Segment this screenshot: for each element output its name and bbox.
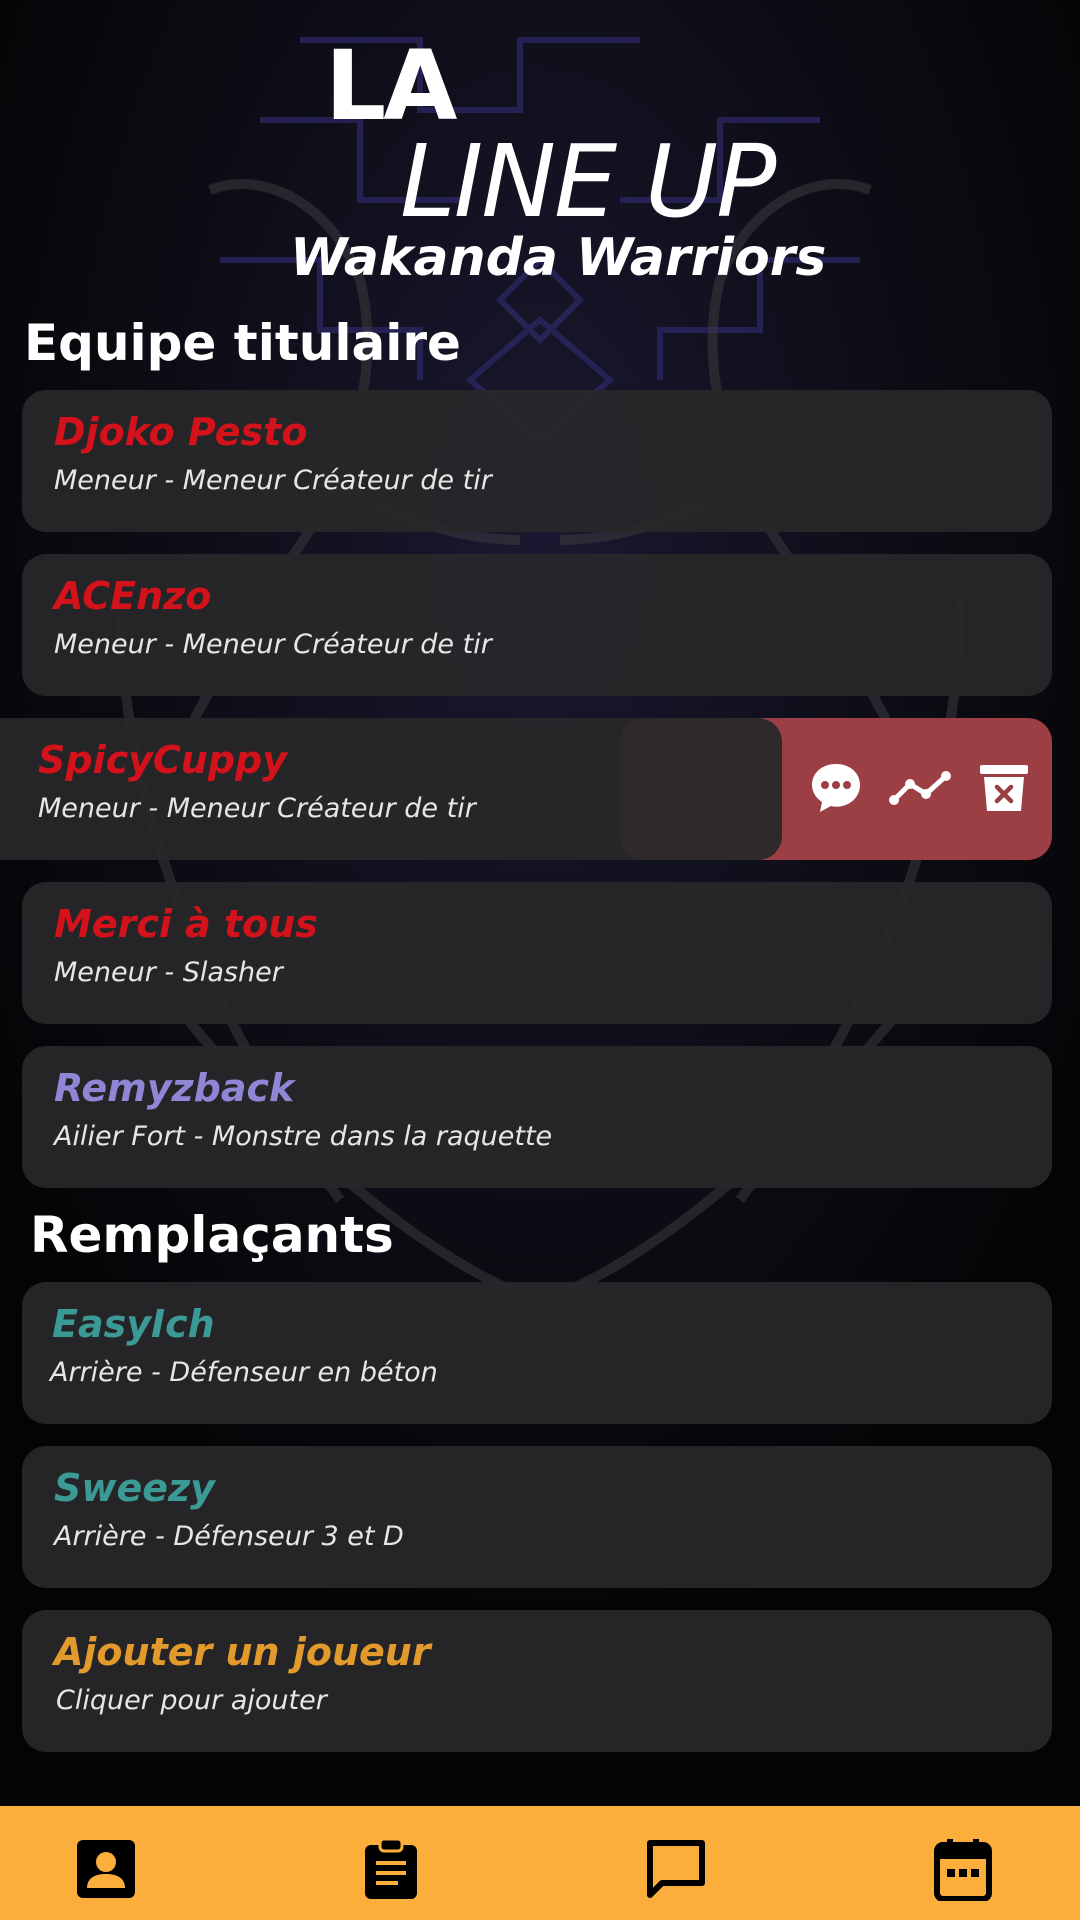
clipboard-icon[interactable] [356, 1836, 426, 1902]
add-player-label: Ajouter un joueur [54, 1630, 431, 1674]
calendar-icon[interactable] [928, 1836, 998, 1902]
title-la: LA [325, 30, 457, 142]
player-role: Meneur - Meneur Créateur de tir [54, 465, 492, 496]
title-lineup: LINE UP [400, 123, 776, 240]
player-name: ACEnzo [54, 574, 212, 618]
stats-trend-icon[interactable] [888, 756, 952, 820]
player-role: Meneur - Meneur Créateur de tir [54, 629, 492, 660]
player-card-sweezy[interactable]: Sweezy Arrière - Défenseur 3 et D [22, 1446, 1052, 1588]
player-card-acenzo[interactable]: ACEnzo Meneur - Meneur Créateur de tir [22, 554, 1052, 696]
chat-bubble-icon[interactable] [804, 756, 868, 820]
player-card-remyzback[interactable]: Remyzback Ailier Fort - Monstre dans la … [22, 1046, 1052, 1188]
player-role: Meneur - Meneur Créateur de tir [38, 793, 476, 824]
player-name: SpicyCuppy [38, 738, 288, 782]
player-name: Djoko Pesto [54, 410, 308, 454]
header: LA LINE UP Wakanda Warriors [0, 0, 1080, 300]
section-title-starters: Equipe titulaire [24, 314, 461, 372]
delete-icon[interactable] [972, 756, 1036, 820]
add-player-hint: Cliquer pour ajouter [56, 1685, 327, 1716]
bottom-navigation [0, 1806, 1080, 1920]
player-role: Arrière - Défenseur 3 et D [54, 1521, 404, 1552]
player-role: Arrière - Défenseur en béton [50, 1357, 438, 1388]
chat-icon[interactable] [641, 1836, 711, 1902]
team-name: Wakanda Warriors [290, 228, 827, 288]
section-title-substitutes: Remplaçants [30, 1206, 394, 1264]
player-name: EasyIch [52, 1302, 215, 1346]
player-name: Remyzback [54, 1066, 295, 1110]
player-card-merci-a-tous[interactable]: Merci à tous Meneur - Slasher [22, 882, 1052, 1024]
add-player-button[interactable]: Ajouter un joueur Cliquer pour ajouter [22, 1610, 1052, 1752]
player-name: Merci à tous [54, 902, 318, 946]
player-card-spicycuppy[interactable]: SpicyCuppy Meneur - Meneur Créateur de t… [0, 718, 782, 860]
player-role: Meneur - Slasher [54, 957, 283, 988]
player-name: Sweezy [54, 1466, 215, 1510]
player-card-easyich[interactable]: EasyIch Arrière - Défenseur en béton [22, 1282, 1052, 1424]
player-role: Ailier Fort - Monstre dans la raquette [54, 1121, 553, 1152]
player-card-djoko-pesto[interactable]: Djoko Pesto Meneur - Meneur Créateur de … [22, 390, 1052, 532]
profile-icon[interactable] [71, 1836, 141, 1902]
